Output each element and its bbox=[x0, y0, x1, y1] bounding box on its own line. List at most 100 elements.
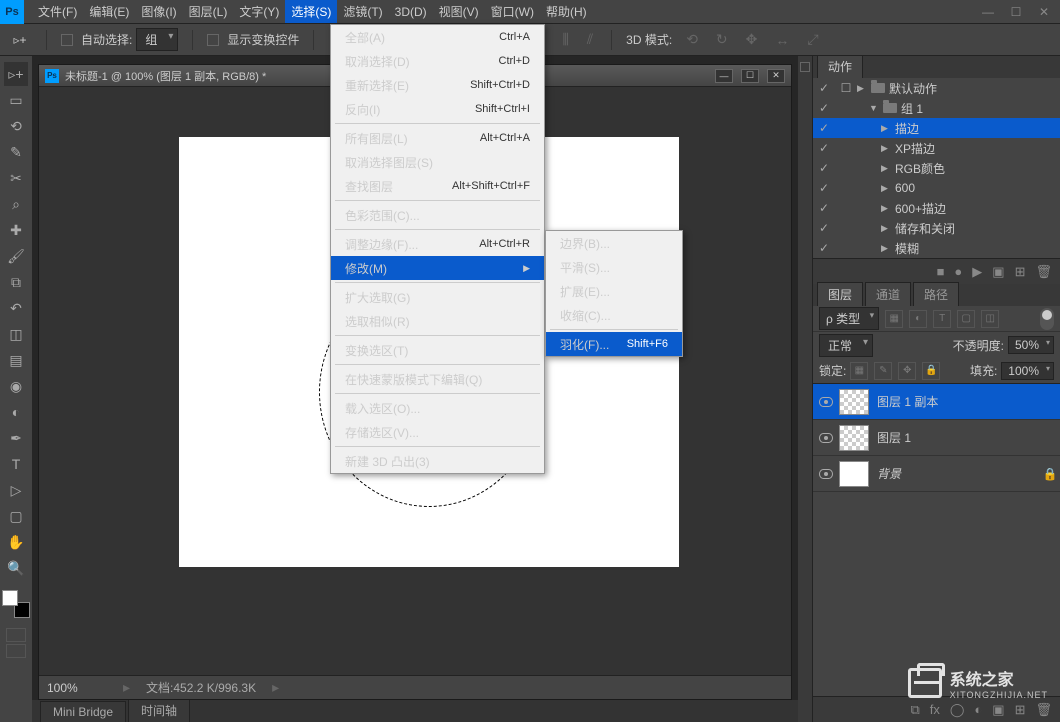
lasso-tool[interactable]: ⟲ bbox=[4, 114, 28, 138]
menu-item[interactable]: 新建 3D 凸出(3) bbox=[331, 449, 544, 473]
path-select-tool[interactable]: ▷ bbox=[4, 478, 28, 502]
submenu-item[interactable]: 平滑(S)... bbox=[546, 255, 682, 279]
filter-type-icon[interactable]: T bbox=[933, 310, 951, 328]
submenu-item[interactable]: 收缩(C)... bbox=[546, 303, 682, 327]
menu-3dd[interactable]: 3D(D) bbox=[389, 2, 433, 22]
blend-mode-dropdown[interactable]: 正常 bbox=[819, 334, 873, 357]
submenu-item[interactable]: 边界(B)... bbox=[546, 231, 682, 255]
menu-视图v[interactable]: 视图(V) bbox=[433, 0, 485, 23]
filter-adjust-icon[interactable]: ◐ bbox=[909, 310, 927, 328]
quick-select-tool[interactable]: ✎ bbox=[4, 140, 28, 164]
slide-3d-icon[interactable]: ↔ bbox=[771, 32, 793, 48]
tab-actions[interactable]: 动作 bbox=[817, 56, 863, 78]
menu-文件f[interactable]: 文件(F) bbox=[32, 0, 83, 23]
layer-mask-button[interactable]: ◯ bbox=[950, 702, 965, 718]
delete-layer-button[interactable]: 🗑 bbox=[1035, 702, 1052, 718]
menu-item[interactable]: 变换选区(T) bbox=[331, 338, 544, 362]
zoom-arrow-icon[interactable]: ▸ bbox=[119, 679, 134, 696]
action-row[interactable]: ✓☐▶默认动作 bbox=[813, 78, 1060, 98]
lock-transparent-icon[interactable]: ▦ bbox=[850, 362, 868, 380]
menu-item[interactable]: 在快速蒙版模式下编辑(Q) bbox=[331, 367, 544, 391]
marquee-tool[interactable]: ▭ bbox=[4, 88, 28, 112]
action-row[interactable]: ✓▼组 1 bbox=[813, 98, 1060, 118]
layer-name[interactable]: 图层 1 bbox=[877, 429, 1040, 446]
lock-pixels-icon[interactable]: ✎ bbox=[874, 362, 892, 380]
menu-滤镜t[interactable]: 滤镜(T) bbox=[337, 0, 388, 23]
action-row[interactable]: ✓▶600 bbox=[813, 178, 1060, 198]
action-row[interactable]: ✓▶600+描边 bbox=[813, 198, 1060, 218]
record-button[interactable]: ● bbox=[954, 264, 962, 279]
lock-all-icon[interactable]: 🔒 bbox=[922, 362, 940, 380]
group-button[interactable]: ▣ bbox=[992, 702, 1004, 718]
action-row[interactable]: ✓▶储存和关闭 bbox=[813, 218, 1060, 238]
orbit-3d-icon[interactable]: ⟲ bbox=[682, 31, 702, 48]
crop-tool[interactable]: ✂ bbox=[4, 166, 28, 190]
menu-item[interactable]: 取消选择图层(S) bbox=[331, 150, 544, 174]
roll-3d-icon[interactable]: ↻ bbox=[712, 31, 732, 48]
menu-帮助h[interactable]: 帮助(H) bbox=[540, 0, 593, 23]
submenu-item[interactable]: 羽化(F)...Shift+F6 bbox=[546, 332, 682, 356]
visibility-toggle[interactable] bbox=[813, 469, 839, 479]
layer-row[interactable]: 图层 1 bbox=[813, 420, 1060, 456]
show-transform-checkbox[interactable] bbox=[207, 34, 219, 46]
layer-kind-filter[interactable]: ρ 类型 bbox=[819, 307, 879, 330]
color-swatches[interactable] bbox=[2, 590, 30, 618]
menu-文字y[interactable]: 文字(Y) bbox=[233, 0, 285, 23]
healing-tool[interactable]: ✚ bbox=[4, 218, 28, 242]
layer-thumbnail[interactable] bbox=[839, 461, 869, 487]
filter-pixel-icon[interactable]: ▦ bbox=[885, 310, 903, 328]
fg-color[interactable] bbox=[2, 590, 18, 606]
zoom-tool[interactable]: 🔍 bbox=[4, 556, 28, 580]
shape-tool[interactable]: ▢ bbox=[4, 504, 28, 528]
tab-通道[interactable]: 通道 bbox=[865, 282, 911, 306]
menu-编辑e[interactable]: 编辑(E) bbox=[83, 0, 135, 23]
doc-close-button[interactable]: ✕ bbox=[767, 69, 785, 83]
actions-list[interactable]: ✓☐▶默认动作✓▼组 1✓▶描边✓▶XP描边✓▶RGB颜色✓▶600✓▶600+… bbox=[813, 78, 1060, 258]
action-row[interactable]: ✓▶模糊 bbox=[813, 238, 1060, 258]
layer-thumbnail[interactable] bbox=[839, 425, 869, 451]
visibility-toggle[interactable] bbox=[813, 433, 839, 443]
layer-row[interactable]: 背景 🔒 bbox=[813, 456, 1060, 492]
menu-item[interactable]: 调整边缘(F)...Alt+Ctrl+R bbox=[331, 232, 544, 256]
distribute-icon[interactable]: ⫼ bbox=[558, 31, 572, 48]
new-action-button[interactable]: ⊞ bbox=[1015, 264, 1026, 280]
adjust-layer-button[interactable]: ◐ bbox=[974, 702, 982, 717]
screen-mode-toggle[interactable] bbox=[6, 644, 26, 658]
action-row[interactable]: ✓▶XP描边 bbox=[813, 138, 1060, 158]
menu-item[interactable]: 全部(A)Ctrl+A bbox=[331, 25, 544, 49]
link-layers-button[interactable]: ⧉ bbox=[910, 702, 919, 718]
layer-name[interactable]: 背景 bbox=[877, 465, 1040, 482]
menu-item[interactable]: 存储选区(V)... bbox=[331, 420, 544, 444]
bottom-tab[interactable]: 时间轴 bbox=[128, 698, 190, 722]
collapsed-panel-strip[interactable] bbox=[798, 56, 812, 722]
auto-select-checkbox[interactable] bbox=[61, 34, 73, 46]
blur-tool[interactable]: ◉ bbox=[4, 374, 28, 398]
menu-图层l[interactable]: 图层(L) bbox=[183, 0, 234, 23]
maximize-button[interactable]: ☐ bbox=[1008, 4, 1024, 20]
pan-3d-icon[interactable]: ✥ bbox=[742, 31, 762, 48]
info-arrow-icon[interactable]: ▸ bbox=[268, 679, 283, 696]
layer-thumbnail[interactable] bbox=[839, 389, 869, 415]
menu-item[interactable]: 查找图层Alt+Shift+Ctrl+F bbox=[331, 174, 544, 198]
stamp-tool[interactable]: ⧉ bbox=[4, 270, 28, 294]
move-tool[interactable]: ▹+ bbox=[4, 62, 28, 86]
gradient-tool[interactable]: ▤ bbox=[4, 348, 28, 372]
close-button[interactable]: ✕ bbox=[1036, 4, 1052, 20]
pen-tool[interactable]: ✒ bbox=[4, 426, 28, 450]
filter-toggle[interactable] bbox=[1040, 308, 1054, 330]
fill-input[interactable]: 100% bbox=[1001, 362, 1054, 380]
menu-item[interactable]: 反向(I)Shift+Ctrl+I bbox=[331, 97, 544, 121]
action-row[interactable]: ✓▶RGB颜色 bbox=[813, 158, 1060, 178]
submenu-item[interactable]: 扩展(E)... bbox=[546, 279, 682, 303]
layer-row[interactable]: 图层 1 副本 bbox=[813, 384, 1060, 420]
show-transform-group[interactable]: 显示变换控件 bbox=[207, 31, 299, 48]
minimize-button[interactable]: — bbox=[980, 4, 996, 20]
layer-style-button[interactable]: fx bbox=[930, 702, 940, 717]
stop-button[interactable]: ■ bbox=[937, 264, 945, 279]
play-button[interactable]: ▶ bbox=[972, 264, 982, 280]
distribute-icon[interactable]: ⫽ bbox=[583, 31, 597, 48]
tab-图层[interactable]: 图层 bbox=[817, 282, 863, 306]
action-row[interactable]: ✓▶描边 bbox=[813, 118, 1060, 138]
select-menu[interactable]: 全部(A)Ctrl+A取消选择(D)Ctrl+D重新选择(E)Shift+Ctr… bbox=[330, 24, 545, 474]
history-brush-tool[interactable]: ↶ bbox=[4, 296, 28, 320]
